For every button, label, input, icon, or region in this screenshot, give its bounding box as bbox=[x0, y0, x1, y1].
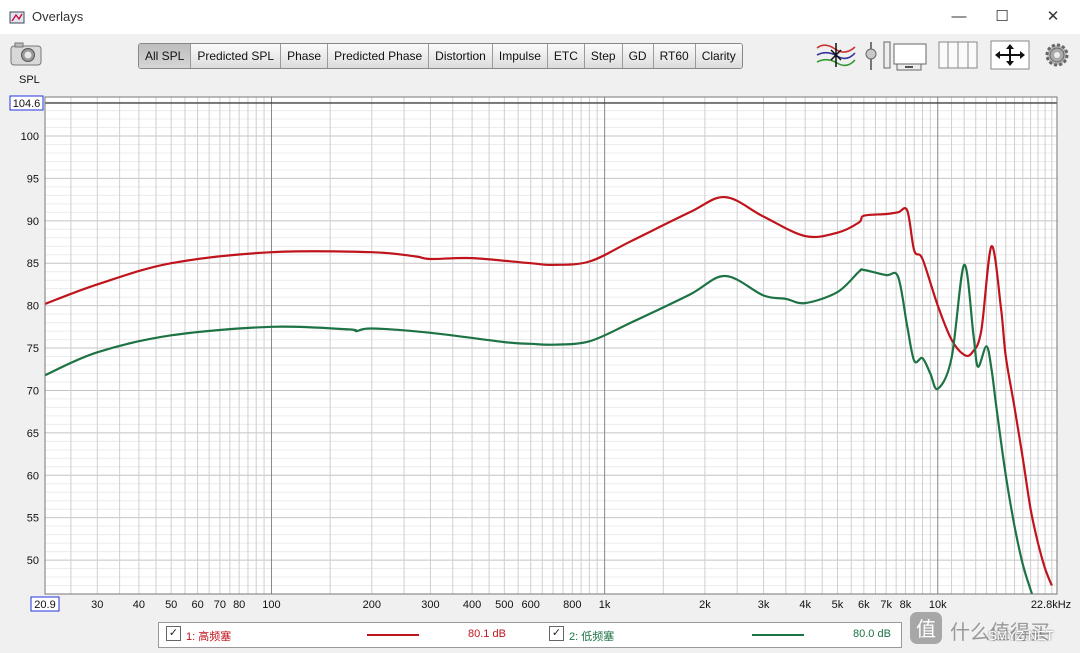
y-tick-label: 55 bbox=[27, 513, 39, 525]
y-tick-label: 100 bbox=[21, 131, 39, 143]
series-2-checkbox[interactable]: ✓ bbox=[549, 626, 564, 641]
x-tick-label: 40 bbox=[133, 599, 145, 611]
analysis-tabs: All SPL Predicted SPL Phase Predicted Phase… bbox=[138, 43, 743, 69]
series-2-swatch bbox=[752, 634, 804, 636]
x-min-label: 20.9 bbox=[34, 599, 55, 611]
legend: ✓ 1: 高频塞 80.1 dB ✓ 2: 低频塞 80.0 dB bbox=[158, 622, 902, 648]
x-tick-label: 80 bbox=[233, 599, 245, 611]
title-bar: Overlays — ☐ ✕ bbox=[0, 0, 1080, 34]
x-tick-label: 30 bbox=[91, 599, 103, 611]
y-tick-label: 50 bbox=[27, 555, 39, 567]
series-1-swatch bbox=[367, 634, 419, 636]
gear-icon[interactable] bbox=[1044, 42, 1070, 68]
toolbar: All SPL Predicted SPL Phase Predicted Phase… bbox=[0, 34, 1080, 92]
columns-icon[interactable] bbox=[938, 40, 978, 70]
y-axis-label: SPL bbox=[19, 74, 40, 86]
tab-etc[interactable]: ETC bbox=[547, 44, 585, 68]
x-tick-label: 1k bbox=[599, 599, 611, 611]
series-2-level: 80.0 dB bbox=[853, 628, 891, 640]
window-title: Overlays bbox=[32, 9, 84, 24]
move-icon[interactable] bbox=[990, 40, 1030, 70]
svg-text:值: 值 bbox=[916, 617, 936, 641]
tab-rt60[interactable]: RT60 bbox=[653, 44, 696, 68]
y-tick-label: 90 bbox=[27, 216, 39, 228]
x-tick-label: 500 bbox=[495, 599, 513, 611]
y-tick-label: 60 bbox=[27, 470, 39, 482]
y-tick-label: 70 bbox=[27, 385, 39, 397]
maximize-icon[interactable]: ☐ bbox=[979, 0, 1025, 34]
series-1-label: 1: 高频塞 bbox=[186, 631, 232, 643]
x-tick-label: 60 bbox=[191, 599, 203, 611]
camera-icon[interactable] bbox=[10, 42, 42, 66]
x-tick-label: 70 bbox=[214, 599, 226, 611]
watermark-sub: SMYZ.NET bbox=[988, 628, 1054, 643]
x-tick-label: 400 bbox=[463, 599, 481, 611]
tab-predicted-spl[interactable]: Predicted SPL bbox=[191, 44, 282, 68]
watermark: 值 什么值得买 SMYZ.NET bbox=[908, 608, 1078, 650]
series-1-level: 80.1 dB bbox=[468, 628, 506, 640]
tab-phase[interactable]: Phase bbox=[281, 44, 329, 68]
y-max-label: 104.6 bbox=[13, 98, 41, 110]
minimize-icon[interactable]: — bbox=[936, 0, 982, 34]
x-tick-label: 200 bbox=[363, 599, 381, 611]
x-tick-label: 7k bbox=[880, 599, 892, 611]
x-tick-label: 50 bbox=[165, 599, 177, 611]
series-1-checkbox[interactable]: ✓ bbox=[166, 626, 181, 641]
series-2-label: 2: 低频塞 bbox=[569, 631, 615, 643]
app-icon bbox=[9, 11, 25, 24]
tab-distortion[interactable]: Distortion bbox=[429, 44, 493, 68]
x-tick-label: 6k bbox=[858, 599, 870, 611]
zoom-icon[interactable] bbox=[883, 40, 927, 72]
tab-step[interactable]: Step bbox=[584, 44, 623, 68]
x-tick-label: 4k bbox=[799, 599, 811, 611]
y-tick-label: 75 bbox=[27, 343, 39, 355]
x-tick-label: 600 bbox=[522, 599, 540, 611]
watermark-logo-icon: 值 bbox=[910, 612, 942, 644]
tab-gd[interactable]: GD bbox=[622, 44, 654, 68]
tab-all-spl[interactable]: All SPL bbox=[139, 44, 192, 68]
graph-controls-icon[interactable] bbox=[815, 40, 857, 70]
y-tick-label: 80 bbox=[27, 301, 39, 313]
tab-predicted-phase[interactable]: Predicted Phase bbox=[328, 44, 430, 68]
y-tick-label: 65 bbox=[27, 428, 39, 440]
close-icon[interactable]: ✕ bbox=[1030, 0, 1076, 34]
spl-chart[interactable]: 100 95 90 85 80 75 70 65 60 55 50 30 40 50 60 70 80 100 2… bbox=[0, 92, 1080, 622]
x-tick-label: 5k bbox=[832, 599, 844, 611]
y-tick-label: 95 bbox=[27, 173, 39, 185]
x-tick-label: 800 bbox=[563, 599, 581, 611]
x-tick-label: 300 bbox=[421, 599, 439, 611]
slider-icon[interactable] bbox=[863, 40, 879, 72]
tab-impulse[interactable]: Impulse bbox=[492, 44, 548, 68]
y-tick-label: 85 bbox=[27, 258, 39, 270]
tab-clarity[interactable]: Clarity bbox=[695, 44, 742, 68]
x-tick-label: 100 bbox=[262, 599, 280, 611]
x-tick-label: 2k bbox=[699, 599, 711, 611]
x-tick-label: 3k bbox=[758, 599, 770, 611]
